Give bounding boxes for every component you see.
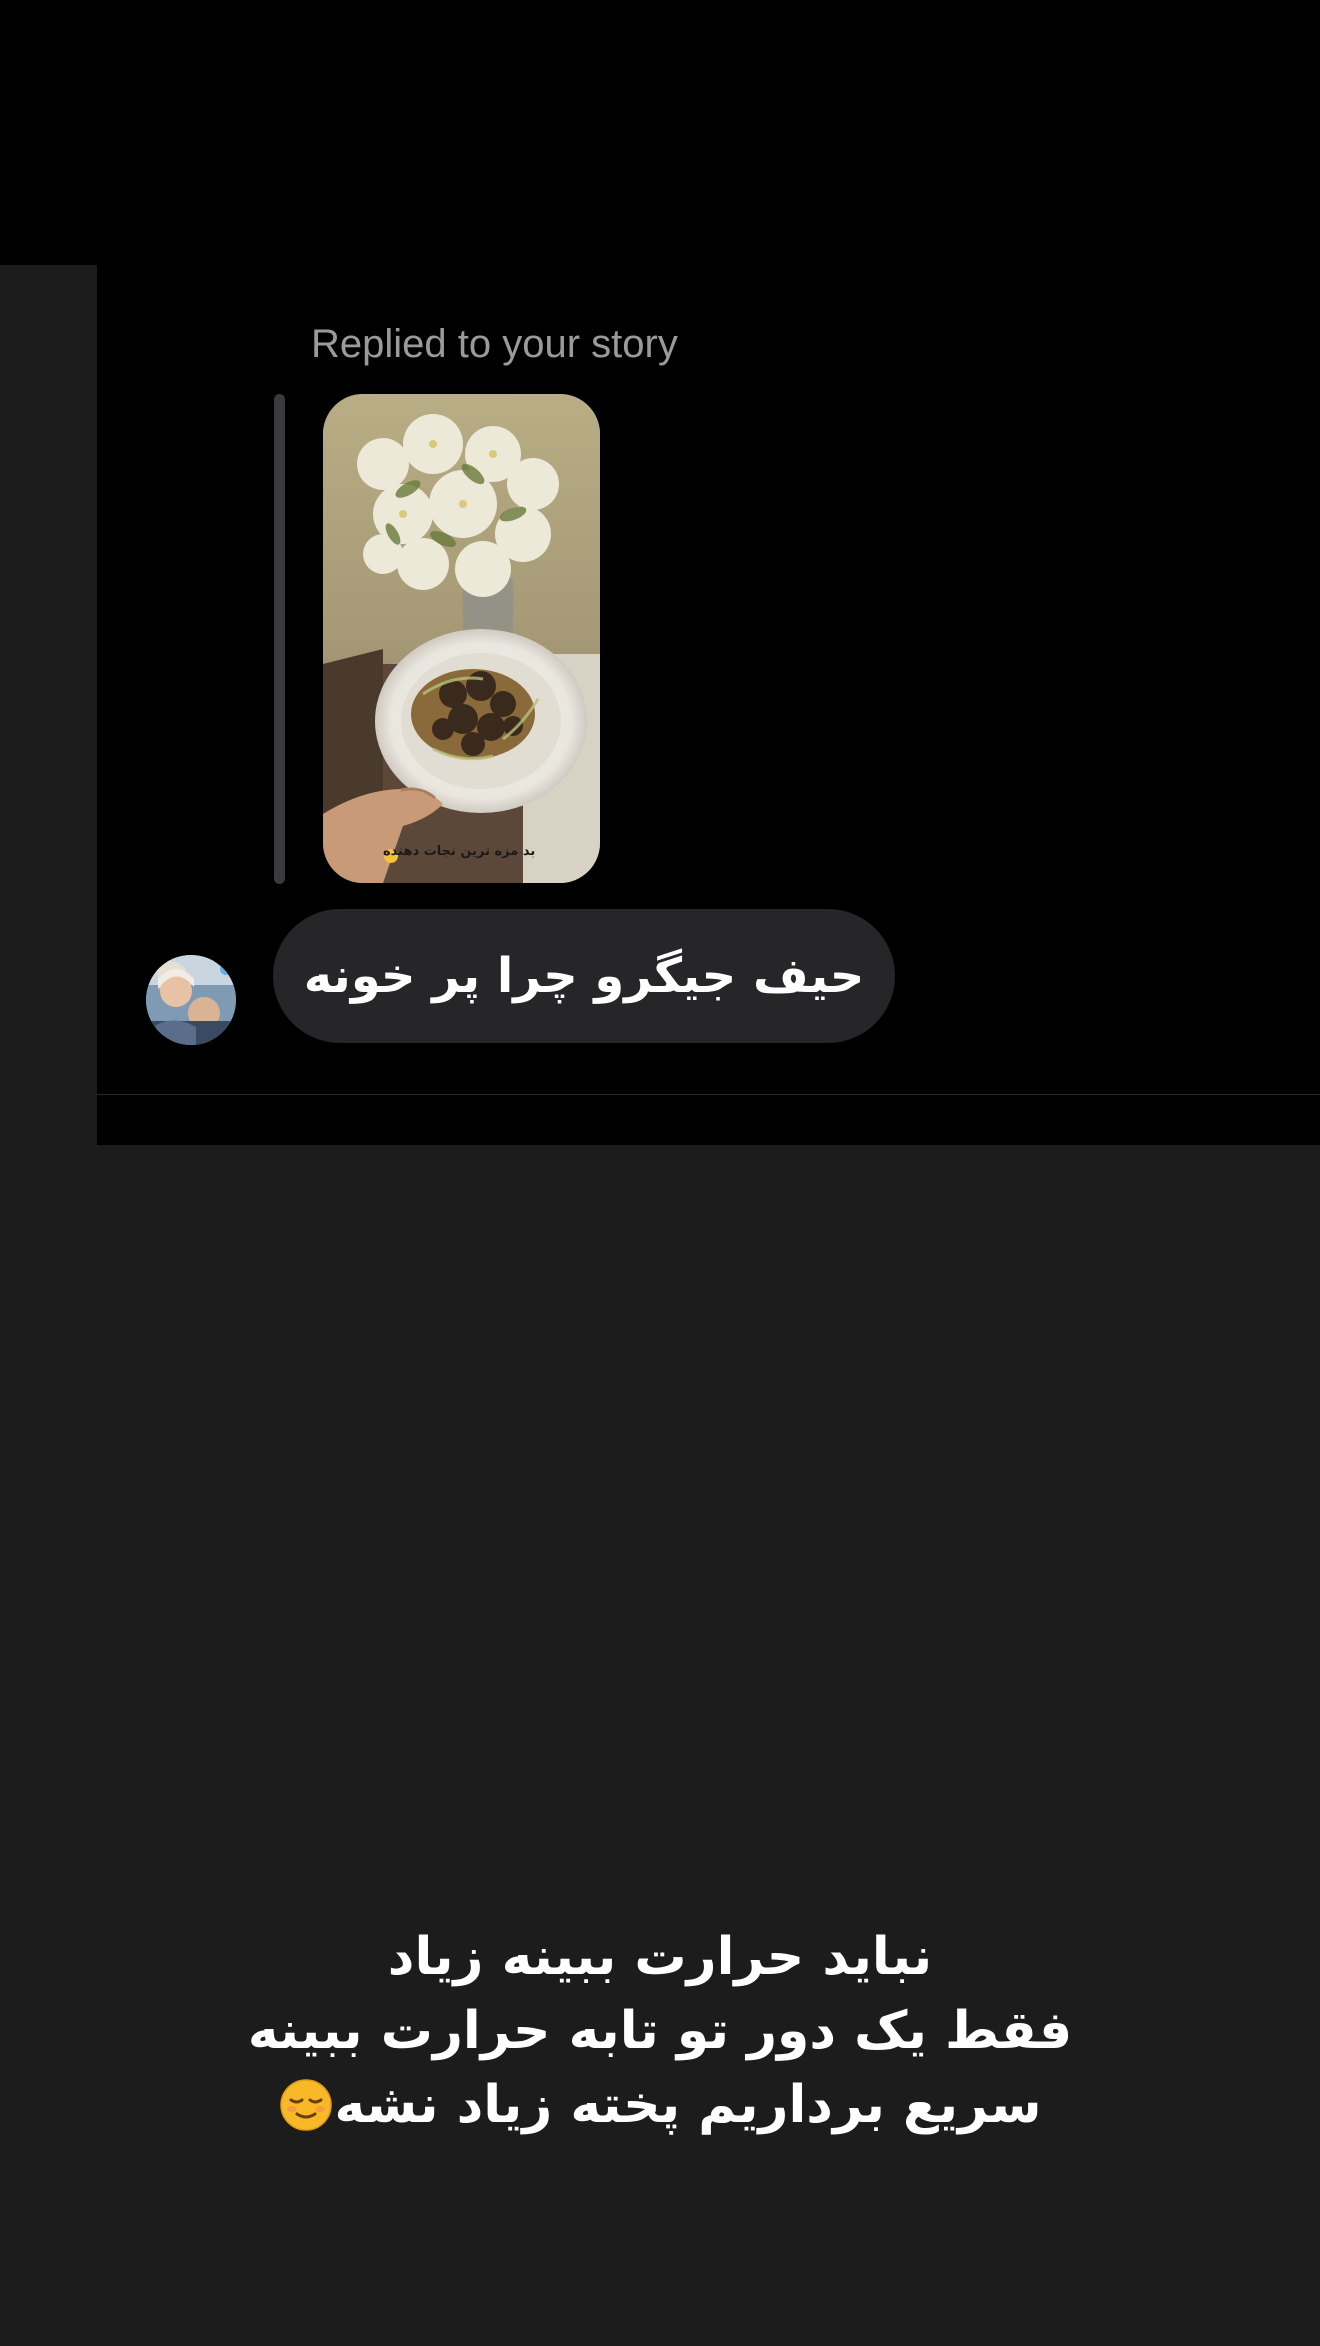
story-thumbnail[interactable]: بد مزه ترین نجات دهنده bbox=[323, 394, 600, 883]
avatar[interactable] bbox=[146, 955, 236, 1045]
story-text-line-2: فقط یک دور تو تابه حرارت ببینه bbox=[247, 2001, 1073, 2061]
message-text: حیف جیگرو چرا پر خونه bbox=[303, 948, 865, 1004]
story-caption: بد مزه ترین نجات دهنده bbox=[383, 844, 536, 859]
relieved-face-icon bbox=[279, 2079, 332, 2131]
story-text-line-3: سریع برداریم پخته زیاد نشه bbox=[100, 2068, 1220, 2142]
replied-to-story-label: Replied to your story bbox=[311, 322, 678, 366]
avatar-image bbox=[146, 955, 236, 1045]
story-overlay-text: نباید حرارت ببینه زیاد فقط یک دور تو تاب… bbox=[100, 1920, 1220, 2142]
top-background bbox=[0, 0, 1320, 265]
story-image bbox=[323, 394, 600, 883]
story-text-line-1: نباید حرارت ببینه زیاد bbox=[387, 1927, 933, 1987]
reply-quote-bar bbox=[274, 394, 285, 884]
message-bubble[interactable]: حیف جیگرو چرا پر خونه bbox=[273, 909, 895, 1043]
divider bbox=[97, 1094, 1320, 1095]
story-text-line-3-text: سریع برداریم پخته زیاد نشه bbox=[334, 2075, 1042, 2135]
